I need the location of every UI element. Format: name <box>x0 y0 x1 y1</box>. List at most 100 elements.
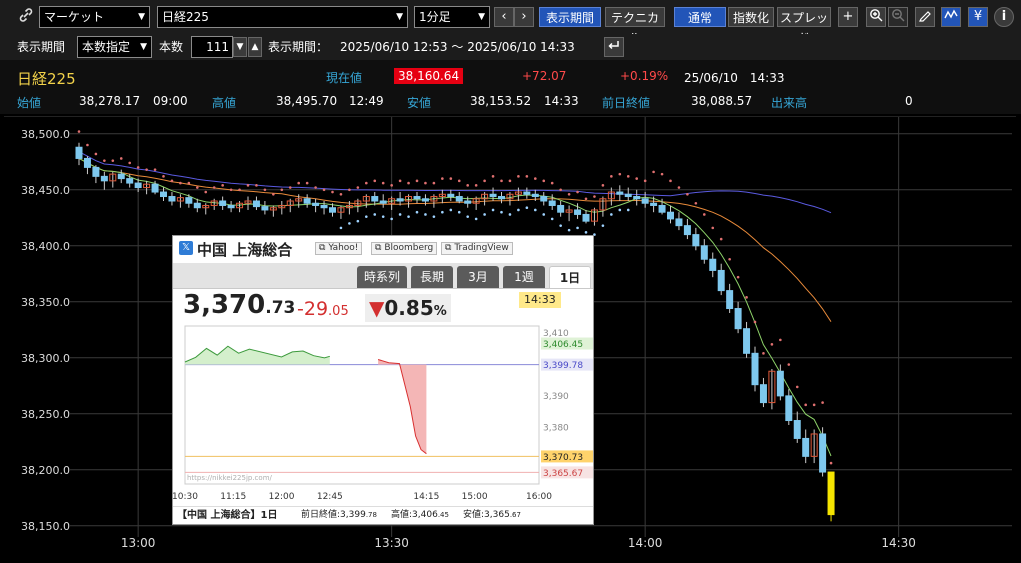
zoom-in-icon[interactable] <box>866 7 886 27</box>
high-label: 高値 <box>212 96 237 110</box>
overlay-x-tick-label: 12:00 <box>269 492 295 502</box>
count-down-button[interactable]: ▼ <box>233 37 247 57</box>
overlay-time-badge: 14:33 <box>519 292 561 308</box>
sar-dot <box>246 184 250 187</box>
sar-dot <box>593 195 596 198</box>
sar-dot <box>491 208 495 212</box>
display-period-button[interactable]: 表示期間 <box>539 7 601 27</box>
sar-dot <box>652 170 655 174</box>
candle-body <box>193 202 201 209</box>
prev-button[interactable]: ‹ <box>494 7 514 27</box>
sar-dot <box>407 181 410 185</box>
candle-body <box>151 183 159 193</box>
tab-1-week[interactable]: 1週 <box>503 266 545 288</box>
sar-dot <box>111 159 115 162</box>
candle-body <box>751 352 759 386</box>
sar-dot <box>779 338 782 342</box>
yahoo-link[interactable]: ⧉ Yahoo! <box>315 242 363 255</box>
indicator-icon[interactable] <box>941 7 961 27</box>
sar-dot <box>466 215 470 218</box>
period-label: 表示期間 <box>17 40 66 54</box>
range-label: 表示期間： <box>268 40 329 54</box>
current-price: 38,160.64 <box>394 68 464 84</box>
sar-dot <box>567 192 571 196</box>
sar-dot <box>829 461 833 465</box>
low-time: 14:33 <box>544 94 579 108</box>
main-toolbar: マーケット ▼ 日経225 ▼ 1分足 ▼ ‹ › 表示期間 テクニカル 通常 指数化… <box>0 0 1021 45</box>
y-tick-label: 38,250.0 <box>21 408 70 421</box>
info-icon[interactable]: i <box>994 7 1014 27</box>
overlay-percent: ▼0.85% <box>365 294 451 322</box>
sar-dot <box>576 190 579 194</box>
chevron-down-icon: ▼ <box>396 12 403 22</box>
pencil-icon[interactable] <box>915 7 935 27</box>
index-button[interactable]: 指数化 <box>728 7 774 27</box>
overlay-y-tick-label: 3,406.45 <box>543 340 583 350</box>
spread-button[interactable]: スプレッド <box>777 7 831 45</box>
candle-body <box>227 204 235 209</box>
interval-select[interactable]: 1分足 ▼ <box>414 6 490 28</box>
candle-body <box>92 166 100 177</box>
footer-prev-close: 前日終値:3,399.78 <box>301 507 377 524</box>
technical-button[interactable]: テクニカル <box>605 7 665 45</box>
yen-icon[interactable]: ¥ <box>968 7 988 27</box>
candle-body <box>168 196 176 202</box>
tradingview-link[interactable]: ⧉ TradingView <box>441 242 513 255</box>
link-icon[interactable] <box>16 7 36 27</box>
market-select[interactable]: マーケット ▼ <box>39 6 150 28</box>
x-social-icon[interactable]: 𝕏 <box>179 241 193 255</box>
sar-dot <box>804 403 807 407</box>
sar-dot <box>390 184 393 187</box>
sar-dot <box>626 175 630 178</box>
period-mode-select[interactable]: 本数指定 ▼ <box>77 36 152 58</box>
sar-dot <box>703 213 706 216</box>
bloomberg-link[interactable]: ⧉ Bloomberg <box>371 242 438 255</box>
sar-dot <box>221 184 224 187</box>
y-tick-label: 38,450.0 <box>21 184 70 197</box>
candle-body <box>582 213 590 222</box>
overlay-percent-sign: % <box>433 304 447 319</box>
zoom-out-icon[interactable] <box>888 7 908 27</box>
tab-1-day[interactable]: 1日 <box>549 266 591 288</box>
quote-panel: 日経225 現在値 38,160.64 +72.07 +0.19% 25/06/… <box>0 60 1021 114</box>
count-input[interactable]: 111 <box>191 36 233 58</box>
candle-body <box>641 198 649 204</box>
market-select-value: マーケット <box>44 10 105 24</box>
next-button[interactable]: › <box>514 7 534 27</box>
sar-dot <box>432 215 436 218</box>
return-icon[interactable] <box>604 37 624 57</box>
sar-dot <box>457 210 461 214</box>
overlay-x-tick-label: 15:00 <box>462 492 488 502</box>
sar-dot <box>331 190 334 194</box>
sar-dot <box>576 226 579 230</box>
overlay-x-tick-label: 11:15 <box>220 492 246 502</box>
tab-timeseries[interactable]: 時系列 <box>357 266 407 288</box>
candle-body <box>616 191 624 195</box>
footer-high: 高値:3,406.45 <box>391 507 449 524</box>
candle-body <box>379 200 387 204</box>
sar-dot <box>500 210 503 214</box>
normal-button[interactable]: 通常 <box>674 7 726 27</box>
sar-dot <box>508 179 512 183</box>
symbol-select[interactable]: 日経225 ▼ <box>157 6 408 28</box>
plus-icon[interactable]: + <box>838 7 858 27</box>
overlay-x-tick-label: 12:45 <box>317 492 343 502</box>
tab-3-months[interactable]: 3月 <box>457 266 499 288</box>
sar-dot <box>424 213 427 216</box>
y-tick-label: 38,400.0 <box>21 240 70 253</box>
candle-body <box>489 193 497 198</box>
count-up-button[interactable]: ▲ <box>248 37 262 57</box>
count-label: 本数 <box>159 40 184 54</box>
tab-long-term[interactable]: 長期 <box>411 266 453 288</box>
candle-body <box>320 204 328 209</box>
sar-dot <box>229 188 233 192</box>
overlay-price-int: 3,370 <box>183 290 266 320</box>
sar-dot <box>441 177 444 180</box>
candle-body <box>624 193 632 198</box>
overlay-price-dec: .73 <box>265 298 296 318</box>
candle-body <box>700 245 708 260</box>
sar-dot <box>474 184 478 187</box>
volume-label: 出来高 <box>771 96 808 110</box>
sar-dot <box>398 179 402 183</box>
footer-title: 【中国 上海総合】1日 <box>177 510 278 521</box>
